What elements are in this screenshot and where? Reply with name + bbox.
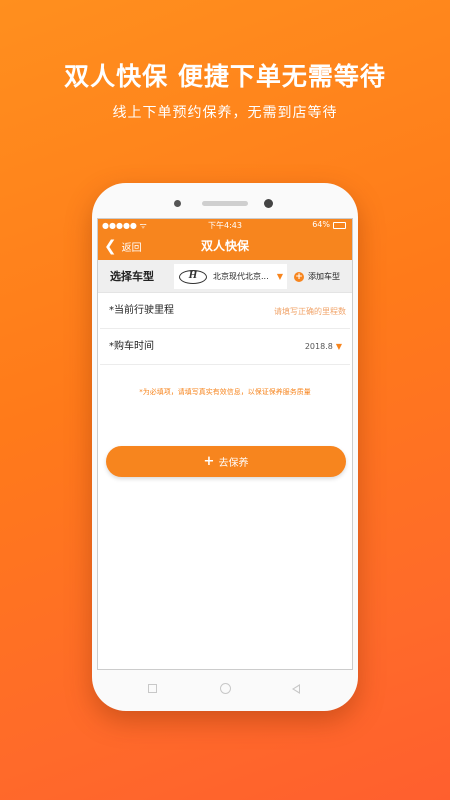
battery-percent: 64% [312,220,330,229]
purchase-date-value: 2018.8 [304,342,333,351]
add-car-button[interactable]: + 添加车型 [294,260,340,293]
purchase-date-row: *购车时间 2018.8 ▼ [100,329,350,365]
car-model-row: 选择车型 H 北京现代北京... ▼ + 添加车型 [98,260,352,293]
phone-sensor [174,200,181,207]
purchase-date-select[interactable]: 2018.8 ▼ [305,329,342,365]
mileage-input[interactable] [236,303,346,319]
mileage-row: *当前行驶里程 [100,293,350,329]
phone-speaker [202,201,248,206]
car-model-select[interactable]: H 北京现代北京... ▼ [174,264,287,289]
recent-apps-icon[interactable] [148,684,157,693]
add-car-label: 添加车型 [308,272,340,281]
promo-subtitle: 线上下单预约保养，无需到店等待 [112,105,338,121]
go-maintenance-label: 去保养 [218,458,249,469]
app-screen: ●●●●● ᯤ 下午4:43 64% ❮ 返回 双人快保 选择车型 H 北京现代… [97,218,353,670]
nav-bar: ❮ 返回 双人快保 [98,232,352,260]
phone-softkeys [92,679,358,699]
chevron-down-icon: ▼ [276,272,283,281]
plus-circle-icon: + [294,271,304,282]
selected-car-model: 北京现代北京... [213,272,269,281]
go-maintenance-button[interactable]: + 去保养 [106,446,346,477]
car-model-label: 选择车型 [110,270,154,283]
purchase-date-label: *购车时间 [109,341,154,352]
battery-icon [333,222,346,229]
home-icon[interactable] [220,683,231,694]
hyundai-logo-icon: H [179,269,207,284]
back-triangle-icon[interactable] [292,684,300,694]
status-bar: ●●●●● ᯤ 下午4:43 64% [98,219,352,232]
mileage-label: *当前行驶里程 [109,305,174,316]
chevron-down-icon: ▼ [335,342,342,351]
phone-camera [264,199,273,208]
phone-mockup: ●●●●● ᯤ 下午4:43 64% ❮ 返回 双人快保 选择车型 H 北京现代… [92,183,358,711]
page-title: 双人快保 [200,239,249,253]
plus-icon: + [203,454,215,469]
promo-title: 双人快保 便捷下单无需等待 [64,62,386,91]
required-notice: *为必填项，请填写真实有效信息，以保证保养服务质量 [139,388,311,396]
